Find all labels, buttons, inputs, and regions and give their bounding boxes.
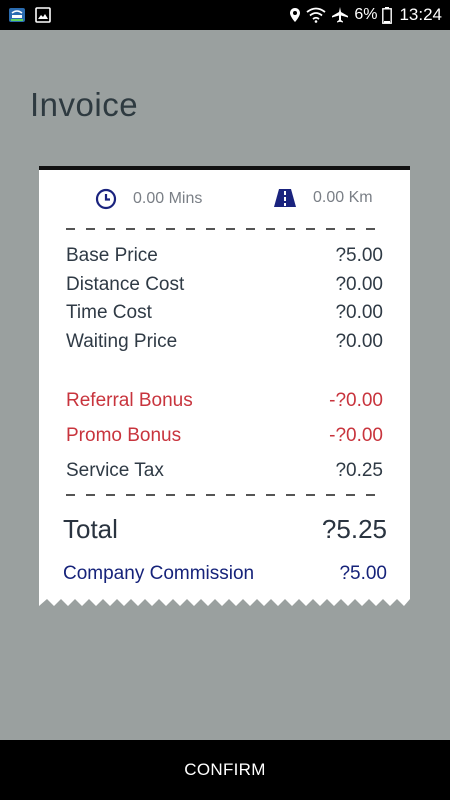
receipt-content: 0.00 Mins 0.00 Km Base Price ?5.00 Dista… [39, 166, 410, 606]
fare-row-value: ?0.00 [335, 302, 383, 323]
service-tax-row: Service Tax ?0.25 [66, 458, 383, 484]
service-tax-value: ?0.25 [335, 460, 383, 481]
fare-row-value: ?0.00 [335, 331, 383, 352]
fare-row-base-price: Base Price ?5.00 [66, 243, 383, 269]
referral-bonus-row: Referral Bonus -?0.00 [66, 388, 383, 414]
fare-row-label: Base Price [66, 245, 158, 266]
trip-duration-value: 0.00 Mins [133, 190, 203, 207]
fare-row-value: ?5.00 [335, 245, 383, 266]
referral-bonus-label: Referral Bonus [66, 390, 193, 411]
battery-percentage: 6% [354, 6, 378, 23]
trip-info: 0.00 Mins 0.00 Km [39, 188, 410, 214]
battery-icon [382, 6, 393, 24]
fare-row-distance-cost: Distance Cost ?0.00 [66, 272, 383, 298]
invoice-receipt: 0.00 Mins 0.00 Km Base Price ?5.00 Dista… [39, 166, 410, 606]
divider-top [66, 228, 386, 230]
status-right: 6% 13:24 [289, 5, 442, 25]
image-icon [35, 7, 51, 23]
total-value: ?5.25 [321, 513, 387, 544]
confirm-button[interactable]: CONFIRM [0, 740, 450, 800]
total-label: Total [63, 513, 118, 544]
wifi-icon [306, 7, 326, 23]
trip-distance-value: 0.00 Km [313, 189, 373, 206]
trip-duration: 0.00 Mins [95, 188, 202, 210]
fare-row-label: Time Cost [66, 302, 152, 323]
fare-row-value: ?0.00 [335, 274, 383, 295]
referral-bonus-value: -?0.00 [329, 390, 383, 411]
road-icon [273, 188, 297, 208]
promo-bonus-value: -?0.00 [329, 425, 383, 446]
airplane-icon [331, 6, 349, 24]
divider-bottom [66, 494, 386, 496]
status-bar: 6% 13:24 [0, 0, 450, 30]
fare-row-label: Distance Cost [66, 274, 185, 295]
clock-icon [95, 188, 117, 210]
company-commission-value: ?5.00 [339, 563, 387, 584]
status-time: 13:24 [399, 5, 442, 24]
total-row: Total ?5.25 [63, 513, 387, 545]
promo-bonus-row: Promo Bonus -?0.00 [66, 423, 383, 449]
fare-row-label: Waiting Price [66, 331, 178, 352]
page-title: Invoice [30, 86, 139, 123]
company-commission-row: Company Commission ?5.00 [63, 561, 387, 587]
status-left [8, 6, 51, 24]
trip-distance: 0.00 Km [273, 188, 373, 208]
fare-row-time-cost: Time Cost ?0.00 [66, 300, 383, 326]
company-commission-label: Company Commission [63, 563, 255, 584]
app-notification-icon [8, 6, 26, 24]
promo-bonus-label: Promo Bonus [66, 425, 182, 446]
fare-row-waiting-price: Waiting Price ?0.00 [66, 329, 383, 355]
location-icon [289, 7, 301, 23]
service-tax-label: Service Tax [66, 460, 164, 481]
